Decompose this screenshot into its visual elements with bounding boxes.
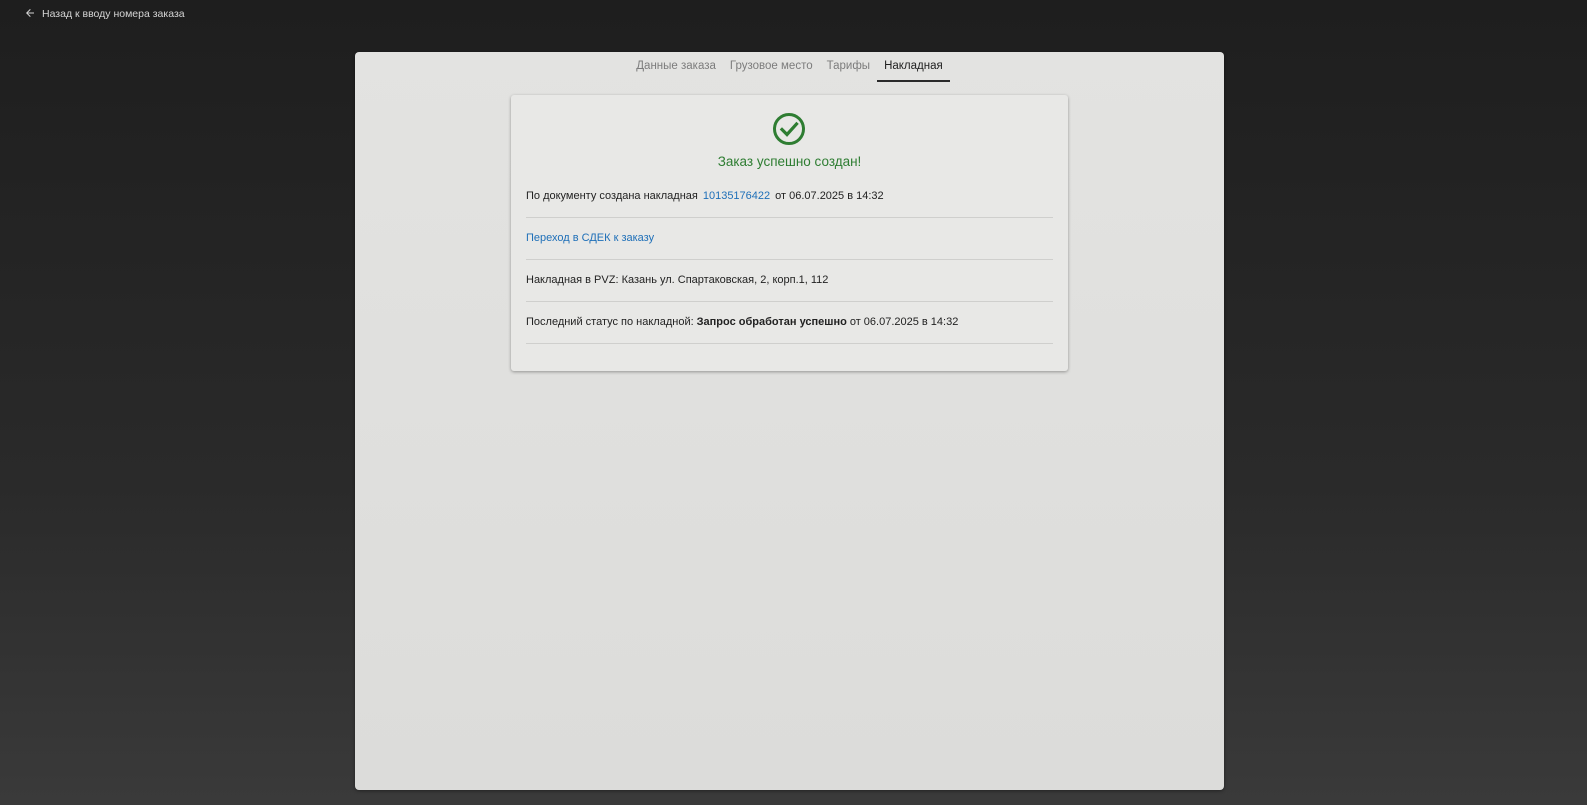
order-panel: Данные заказа Грузовое место Тарифы Накл… bbox=[355, 52, 1224, 790]
arrow-left-icon bbox=[24, 7, 36, 22]
tab-cargo-place[interactable]: Грузовое место bbox=[723, 52, 820, 82]
invoice-number-link[interactable]: 10135176422 bbox=[703, 190, 770, 202]
tab-tariffs[interactable]: Тарифы bbox=[820, 52, 877, 82]
invoice-date: от 06.07.2025 в 14:32 bbox=[775, 190, 884, 202]
tab-bar: Данные заказа Грузовое место Тарифы Накл… bbox=[355, 52, 1224, 82]
status-date: от 06.07.2025 в 14:32 bbox=[849, 316, 959, 328]
invoice-prefix: По документу создана накладная bbox=[526, 190, 698, 202]
back-link[interactable]: Назад к вводу номера заказа bbox=[24, 6, 185, 22]
status-row: Последний статус по накладной: Запрос об… bbox=[526, 301, 1053, 344]
status-value: Запрос обработан успешно bbox=[696, 316, 847, 328]
cdek-link-row: Переход в СДЕК к заказу bbox=[526, 217, 1053, 260]
invoice-card: Заказ успешно создан! По документу созда… bbox=[511, 95, 1068, 371]
invoice-row: По документу создана накладная 101351764… bbox=[526, 175, 1053, 218]
cdek-order-link[interactable]: Переход в СДЕК к заказу bbox=[526, 232, 654, 244]
success-title: Заказ успешно создан! bbox=[717, 154, 862, 169]
tab-invoice[interactable]: Накладная bbox=[877, 52, 950, 82]
back-link-label: Назад к вводу номера заказа bbox=[42, 8, 185, 20]
pvz-address: Накладная в PVZ: Казань ул. Спартаковска… bbox=[526, 274, 829, 286]
status-prefix: Последний статус по накладной: bbox=[526, 316, 694, 328]
check-circle-icon bbox=[772, 112, 806, 146]
tab-order-data[interactable]: Данные заказа bbox=[629, 52, 723, 82]
pvz-row: Накладная в PVZ: Казань ул. Спартаковска… bbox=[526, 259, 1053, 302]
